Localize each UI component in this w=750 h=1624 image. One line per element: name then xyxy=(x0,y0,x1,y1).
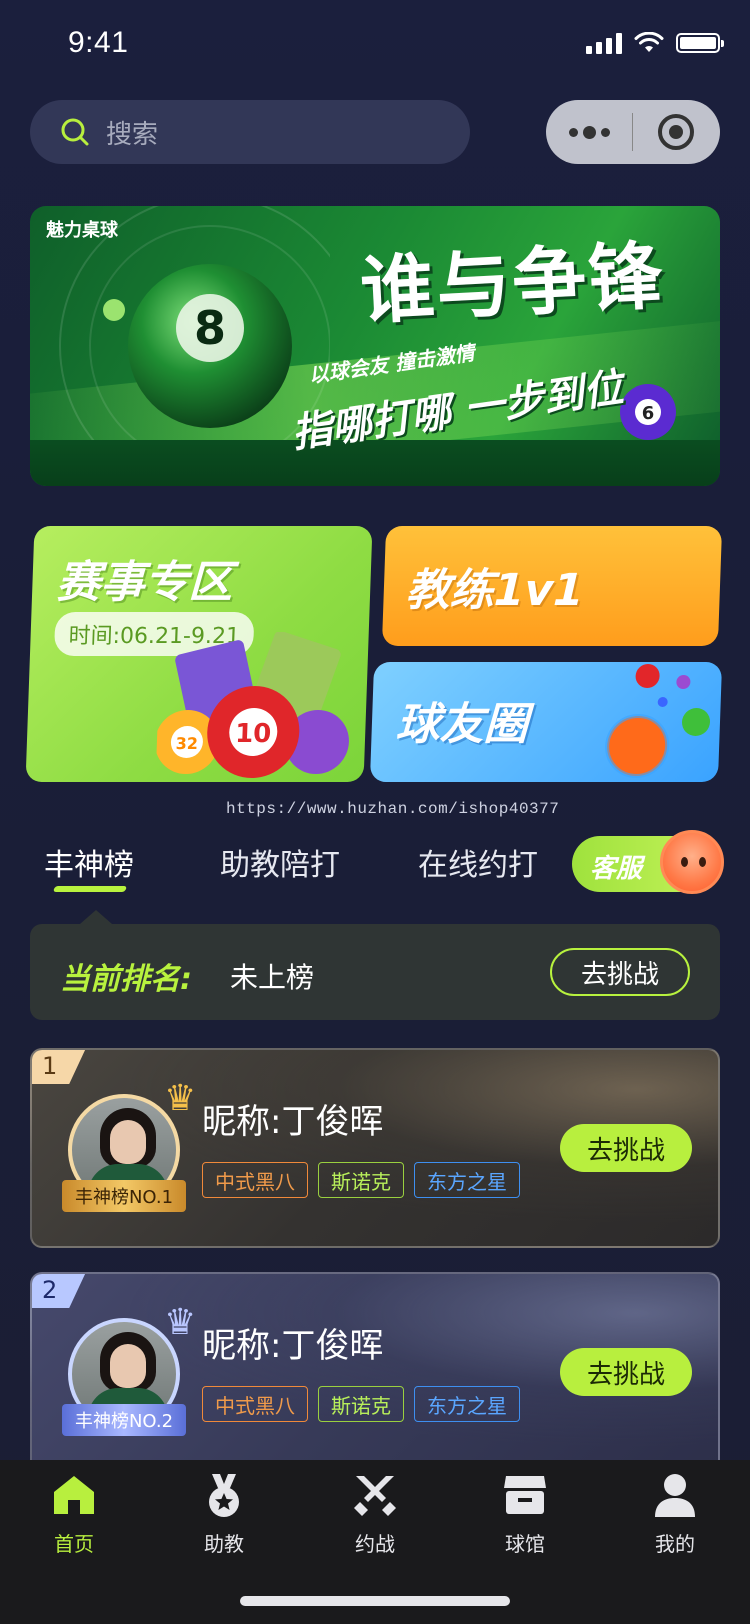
customer-service-label: 客服 xyxy=(590,854,643,884)
promo-banner[interactable]: 8 6 魅力桌球 谁与争锋 以球会友 撞击激情 指哪打哪 一步到位 xyxy=(30,206,720,486)
search-icon xyxy=(61,118,89,146)
status-bar: 9:41 xyxy=(0,0,750,88)
six-ball-icon: 6 xyxy=(620,384,676,440)
player-nickname: 昵称:丁俊晖 xyxy=(202,1326,384,1366)
rank-card[interactable]: 1 ♛ 丰神榜NO.1 昵称:丁俊晖 中式黑八 斯诺克 东方之星 去挑战 xyxy=(30,1048,720,1248)
customer-service-avatar-icon xyxy=(660,830,724,894)
challenge-button[interactable]: 去挑战 xyxy=(550,948,690,996)
tab-home[interactable]: 首页 xyxy=(24,1470,124,1557)
wifi-icon xyxy=(634,32,664,52)
crown-icon: ♛ xyxy=(164,1078,197,1119)
tab-rankings[interactable]: 丰神榜 xyxy=(44,840,134,884)
rank-ribbon: 丰神榜NO.2 xyxy=(62,1404,186,1436)
current-rank-bar: 当前排名: 未上榜 去挑战 xyxy=(30,910,720,1020)
svg-text:8: 8 xyxy=(194,301,226,355)
tab-venue[interactable]: 球馆 xyxy=(475,1470,575,1557)
friends-circle-card[interactable]: 球友圈 xyxy=(369,662,723,782)
skill-tag: 东方之星 xyxy=(414,1386,520,1422)
rank-ribbon: 丰神榜NO.1 xyxy=(62,1180,186,1212)
status-icons xyxy=(586,32,724,54)
battery-icon xyxy=(676,33,724,53)
status-time: 9:41 xyxy=(68,26,129,59)
events-zone-card[interactable]: 赛事专区 时间:06.21-9.21 32 10 xyxy=(25,526,373,782)
skill-tag: 中式黑八 xyxy=(202,1386,308,1422)
store-icon xyxy=(500,1470,550,1520)
skill-tags: 中式黑八 斯诺克 东方之星 xyxy=(202,1386,520,1422)
search-bar[interactable]: 搜索 xyxy=(30,100,470,164)
cellular-signal-icon xyxy=(586,32,622,54)
banner-title: 谁与争锋 xyxy=(358,233,667,335)
rank-number: 2 xyxy=(32,1274,86,1308)
tab-venue-label: 球馆 xyxy=(505,1532,545,1556)
skill-tag: 东方之星 xyxy=(414,1162,520,1198)
svg-text:32: 32 xyxy=(175,734,198,753)
rank-card[interactable]: 2 ♛ 丰神榜NO.2 昵称:丁俊晖 中式黑八 斯诺克 东方之星 去挑战 xyxy=(30,1272,720,1472)
skill-tag: 斯诺克 xyxy=(318,1386,404,1422)
tab-home-label: 首页 xyxy=(54,1532,94,1556)
mini-program-capsule xyxy=(546,100,720,164)
challenge-button[interactable]: 去挑战 xyxy=(560,1348,692,1396)
tab-coach-label: 助教 xyxy=(204,1532,244,1556)
close-mini-program-icon[interactable] xyxy=(633,114,719,150)
tab-coach[interactable]: 助教 xyxy=(174,1470,274,1557)
player-nickname: 昵称:丁俊晖 xyxy=(202,1102,384,1142)
coach-1v1-title: 教练1v1 xyxy=(404,565,585,616)
user-icon xyxy=(650,1470,700,1520)
skill-tags: 中式黑八 斯诺克 东方之星 xyxy=(202,1162,520,1198)
crown-icon: ♛ xyxy=(164,1302,197,1343)
tab-profile-label: 我的 xyxy=(655,1532,695,1556)
banner-logo: 魅力桌球 xyxy=(46,220,118,240)
search-placeholder: 搜索 xyxy=(106,119,159,150)
billiard-balls-icon xyxy=(605,664,711,778)
events-zone-title: 赛事专区 xyxy=(55,557,234,608)
watermark-url: https://www.huzhan.com/ishop40377 xyxy=(226,800,560,818)
tab-profile[interactable]: 我的 xyxy=(625,1470,725,1557)
skill-tag: 斯诺克 xyxy=(318,1162,404,1198)
svg-text:10: 10 xyxy=(235,719,272,749)
coach-1v1-card[interactable]: 教练1v1 xyxy=(381,526,723,646)
app-screen: 9:41 搜索 8 6 魅力桌球 谁与争锋 以球会友 撞击激情 指哪打哪 一步到… xyxy=(0,0,750,1624)
current-rank-value: 未上榜 xyxy=(230,961,315,994)
home-indicator[interactable] xyxy=(240,1596,510,1606)
tab-coach-sparring[interactable]: 助教陪打 xyxy=(220,840,340,884)
more-options-icon[interactable] xyxy=(546,125,632,139)
current-rank-label: 当前排名: xyxy=(60,962,192,997)
skill-tag: 中式黑八 xyxy=(202,1162,308,1198)
tab-battle-label: 约战 xyxy=(355,1532,395,1556)
challenge-button[interactable]: 去挑战 xyxy=(560,1124,692,1172)
friends-circle-title: 球友圈 xyxy=(395,699,529,750)
active-tab-indicator xyxy=(52,886,128,892)
rank-number: 1 xyxy=(32,1050,86,1084)
home-icon xyxy=(49,1470,99,1520)
crossed-swords-icon xyxy=(350,1470,400,1520)
lottery-balls-icon: 32 10 xyxy=(155,632,349,778)
customer-service-button[interactable]: 客服 xyxy=(572,830,724,894)
tab-online-match[interactable]: 在线约打 xyxy=(418,840,538,884)
svg-text:6: 6 xyxy=(642,403,655,424)
tab-battle[interactable]: 约战 xyxy=(325,1470,425,1557)
medal-icon xyxy=(199,1470,249,1520)
